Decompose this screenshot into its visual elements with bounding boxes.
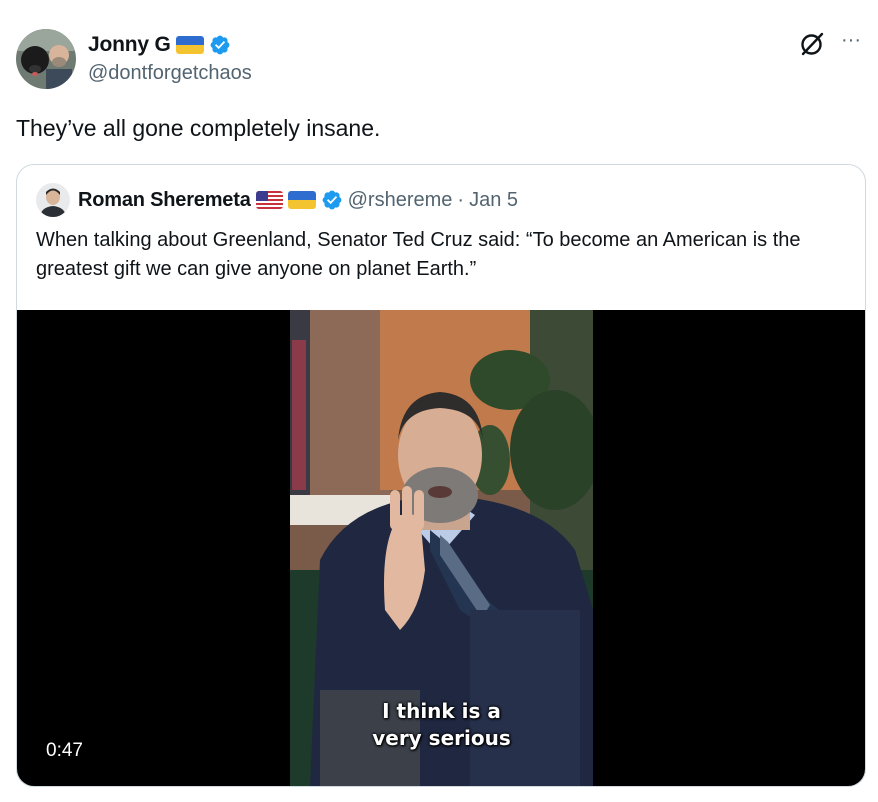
author-avatar[interactable] bbox=[16, 29, 76, 89]
us-flag-icon bbox=[255, 191, 283, 209]
separator-dot: · bbox=[457, 188, 465, 211]
more-options-icon[interactable]: ··· bbox=[838, 30, 864, 56]
grok-icon[interactable] bbox=[799, 31, 825, 57]
author-name-row: Jonny G bbox=[88, 31, 231, 59]
video-frame: I think is a very serious bbox=[290, 310, 593, 786]
video-duration: 0:47 bbox=[46, 740, 83, 761]
caption-line: I think is a bbox=[382, 699, 501, 723]
quoted-author-avatar[interactable] bbox=[36, 183, 70, 217]
ukraine-flag-icon bbox=[287, 191, 316, 209]
video-player[interactable]: I think is a very serious 0:47 bbox=[17, 310, 865, 786]
quoted-tweet-date[interactable]: Jan 5 bbox=[469, 189, 518, 212]
quoted-tweet-card[interactable]: Roman Sheremeta @rshereme · Jan 5 When t… bbox=[16, 164, 866, 787]
quoted-author-name[interactable]: Roman Sheremeta bbox=[78, 189, 251, 212]
ukraine-flag-icon bbox=[175, 36, 204, 54]
quoted-author-row: Roman Sheremeta @rshereme · Jan 5 bbox=[78, 187, 518, 213]
video-caption: I think is a very serious bbox=[290, 698, 593, 752]
avatar-photo bbox=[16, 29, 76, 89]
verified-badge-icon[interactable] bbox=[209, 34, 231, 56]
author-handle[interactable]: @dontforgetchaos bbox=[88, 62, 252, 85]
author-display-name[interactable]: Jonny G bbox=[88, 33, 171, 57]
tweet-text: They’ve all gone completely insane. bbox=[16, 115, 381, 141]
caption-line: very serious bbox=[372, 726, 511, 750]
quoted-author-handle[interactable]: @rshereme bbox=[348, 189, 453, 212]
verified-badge-icon[interactable] bbox=[321, 189, 343, 211]
quoted-avatar-photo bbox=[36, 183, 70, 217]
quoted-tweet-text: When talking about Greenland, Senator Te… bbox=[36, 229, 801, 280]
